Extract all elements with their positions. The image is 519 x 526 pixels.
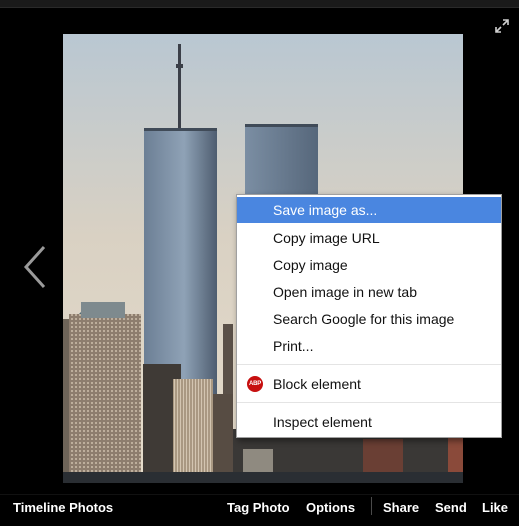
- menu-item-label: Block element: [273, 376, 361, 392]
- menu-item-save-image-as[interactable]: Save image as...: [237, 197, 501, 223]
- menu-item-label: Search Google for this image: [273, 311, 455, 327]
- menu-item-label: Open image in new tab: [273, 284, 417, 300]
- menu-separator: [237, 364, 501, 365]
- menu-item-search-google-image[interactable]: Search Google for this image: [237, 306, 501, 332]
- menu-item-label: Copy image URL: [273, 230, 380, 246]
- menu-item-label: Inspect element: [273, 414, 372, 430]
- options-link[interactable]: Options: [306, 500, 355, 515]
- window-top-bar: [0, 0, 519, 8]
- send-link[interactable]: Send: [435, 500, 467, 515]
- menu-item-label: Copy image: [273, 257, 348, 273]
- expand-icon[interactable]: [494, 18, 510, 34]
- tag-photo-link[interactable]: Tag Photo: [227, 500, 290, 515]
- menu-separator: [237, 402, 501, 403]
- menu-item-copy-image-url[interactable]: Copy image URL: [237, 225, 501, 251]
- menu-item-inspect-element[interactable]: Inspect element: [237, 409, 501, 435]
- context-menu: Save image as... Copy image URL Copy ima…: [236, 194, 502, 438]
- adblock-plus-icon: ABP: [247, 376, 263, 392]
- menu-item-block-element[interactable]: ABP Block element: [237, 371, 501, 397]
- menu-item-label: Print...: [273, 338, 314, 354]
- menu-item-open-image-new-tab[interactable]: Open image in new tab: [237, 279, 501, 305]
- like-link[interactable]: Like: [482, 500, 508, 515]
- photo-caption-bar: Timeline Photos Tag Photo Options Share …: [0, 494, 519, 526]
- menu-item-label: Save image as...: [273, 202, 378, 218]
- chevron-left-icon[interactable]: [20, 244, 50, 290]
- share-link[interactable]: Share: [383, 500, 419, 515]
- menu-item-copy-image[interactable]: Copy image: [237, 252, 501, 278]
- album-title[interactable]: Timeline Photos: [13, 500, 113, 515]
- caption-divider: [371, 497, 372, 515]
- menu-item-print[interactable]: Print...: [237, 333, 501, 359]
